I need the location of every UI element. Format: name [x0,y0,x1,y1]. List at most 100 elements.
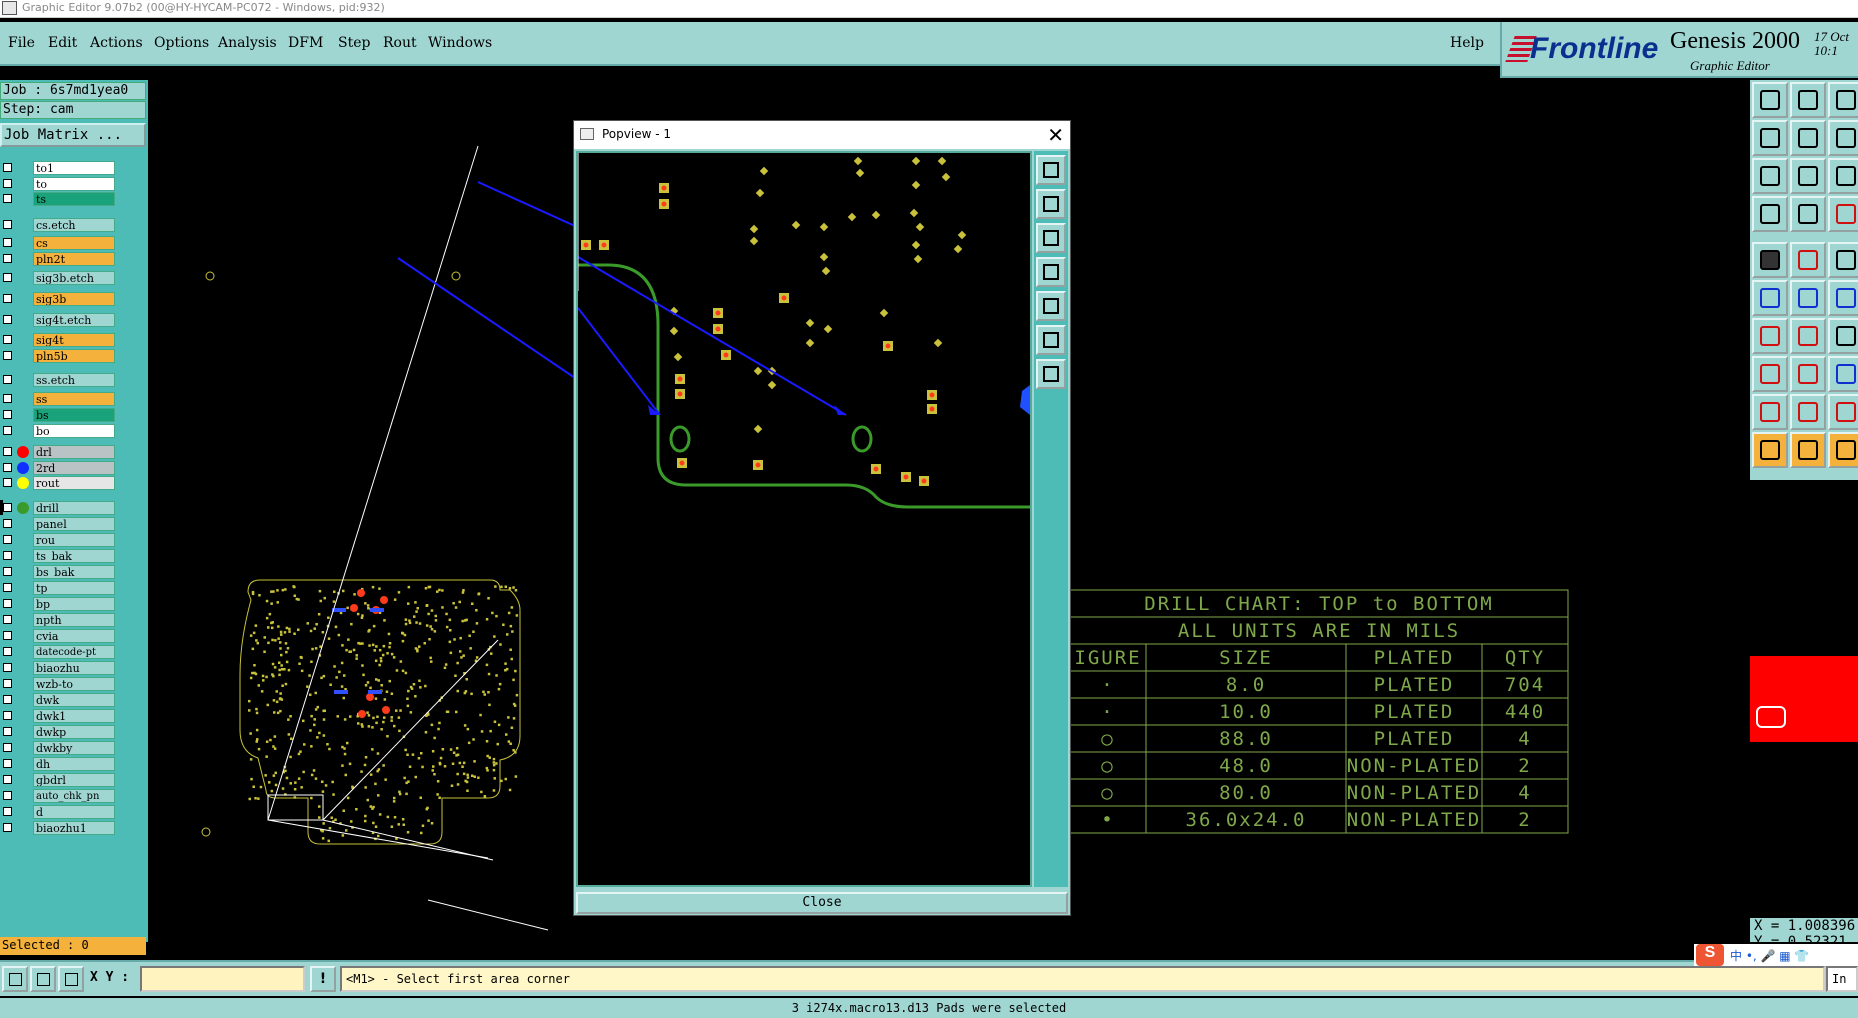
tool-pan-up-button[interactable] [1752,82,1788,118]
layer-row-10[interactable]: pln5b [0,348,118,363]
tool-pan-down-button[interactable] [1790,82,1826,118]
xy-input[interactable] [140,966,305,992]
layer-name[interactable]: dwk1 [33,709,115,723]
layer-name[interactable]: dwk [33,693,115,707]
layer-checkbox[interactable] [3,179,12,188]
layer-name[interactable]: to1 [33,161,115,175]
tool-redraw-button[interactable] [1828,120,1858,156]
tool-dash-button[interactable] [1790,356,1826,392]
layer-name[interactable]: dwkby [33,741,115,755]
layer-name[interactable]: dwkp [33,725,115,739]
tool-slash-button[interactable] [1790,318,1826,354]
menu-help[interactable]: Help [1450,35,1484,51]
tool-select-net-button[interactable] [1790,432,1826,468]
layer-row-6[interactable]: sig3b.etch [0,270,118,285]
layer-checkbox[interactable] [3,663,12,672]
tool-measure-button[interactable] [1828,196,1858,232]
layer-row-19[interactable]: panel [0,516,118,531]
layer-checkbox[interactable] [3,220,12,229]
popview-zoom-out-button[interactable] [1036,359,1066,389]
layer-row-33[interactable]: dwkby [0,740,118,755]
layer-row-27[interactable]: datecode-pt [0,644,118,659]
layer-row-7[interactable]: sig3b [0,291,118,306]
layer-checkbox[interactable] [3,567,12,576]
layer-name[interactable]: ss [33,392,115,406]
layer-name[interactable]: sig4t.etch [33,313,115,327]
right-input-button[interactable]: In [1826,966,1858,992]
layer-row-36[interactable]: auto_chk_pn [0,788,118,803]
layer-row-0[interactable]: to1 [0,160,118,175]
tool-grid-button[interactable] [1790,196,1826,232]
layer-row-28[interactable]: biaozhu [0,660,118,675]
layer-checkbox[interactable] [3,238,12,247]
layer-row-31[interactable]: dwk1 [0,708,118,723]
layer-checkbox[interactable] [3,695,12,704]
job-matrix-button[interactable]: Job Matrix ... [0,123,146,147]
layer-checkbox[interactable] [3,351,12,360]
tool-snap-button[interactable] [1752,196,1788,232]
layer-row-22[interactable]: bs_bak [0,564,118,579]
layer-row-23[interactable]: tp [0,580,118,595]
layer-row-17[interactable]: rout [0,475,118,490]
layer-row-26[interactable]: cvia [0,628,118,643]
tool-a-shape-button[interactable] [1790,394,1826,430]
layer-name[interactable]: rou [33,533,115,547]
layer-name[interactable]: sig4t [33,333,115,347]
layer-name[interactable]: to [33,177,115,191]
tool-move-button[interactable] [1752,356,1788,392]
popview-pan-left-button[interactable] [1036,257,1066,287]
layer-name[interactable]: npth [33,613,115,627]
menu-file[interactable]: File [8,35,35,51]
layer-row-25[interactable]: npth [0,612,118,627]
layer-name[interactable]: biaozhu1 [33,821,115,835]
tool-ruler-button[interactable] [1828,242,1858,278]
tool-angle-button[interactable] [1752,318,1788,354]
layer-name[interactable]: cvia [33,629,115,643]
layer-name[interactable]: ss.etch [33,373,115,387]
layer-name[interactable]: pln5b [33,349,115,363]
tool-connect-button[interactable] [1752,280,1788,316]
layer-name[interactable]: bs_bak [33,565,115,579]
layer-name[interactable]: biaozhu [33,661,115,675]
popview-close-icon[interactable]: ✕ [1047,123,1064,147]
layer-checkbox[interactable] [3,463,12,472]
layer-row-35[interactable]: gbdrl [0,772,118,787]
layer-name[interactable]: cs [33,236,115,250]
layer-checkbox[interactable] [3,535,12,544]
tool-zoom-1to1-button[interactable] [1828,158,1858,194]
layer-checkbox[interactable] [3,254,12,263]
layer-row-32[interactable]: dwkp [0,724,118,739]
tool-pan-left-button[interactable] [1752,120,1788,156]
layer-checkbox[interactable] [3,583,12,592]
layer-checkbox[interactable] [3,273,12,282]
layer-checkbox[interactable] [3,759,12,768]
layer-name[interactable]: sig3b [33,292,115,306]
layer-row-34[interactable]: dh [0,756,118,771]
tool-pad-button[interactable] [1752,242,1788,278]
layer-checkbox[interactable] [3,807,12,816]
layer-checkbox[interactable] [3,410,12,419]
layer-row-11[interactable]: ss.etch [0,372,118,387]
layer-checkbox[interactable] [3,375,12,384]
menu-windows[interactable]: Windows [428,35,492,51]
layer-row-1[interactable]: to [0,176,118,191]
ime-tools[interactable]: 中 •, 🎤 ▦ 👕 [1730,947,1809,964]
info-button[interactable]: ! [310,966,336,992]
layer-checkbox[interactable] [3,163,12,172]
layer-name[interactable]: auto_chk_pn [33,789,115,803]
layer-row-38[interactable]: biaozhu1 [0,820,118,835]
layer-checkbox[interactable] [3,294,12,303]
tool-align-button[interactable] [1828,356,1858,392]
layer-checkbox[interactable] [3,503,12,512]
menu-edit[interactable]: Edit [48,35,77,51]
layer-name[interactable]: pln2t [33,252,115,266]
layer-checkbox[interactable] [3,791,12,800]
layer-row-2[interactable]: ts [0,191,118,206]
layer-row-9[interactable]: sig4t [0,332,118,347]
layer-name[interactable]: bs [33,408,115,422]
tool-line-button[interactable] [1790,242,1826,278]
layer-checkbox[interactable] [3,447,12,456]
popview-canvas[interactable] [576,151,1032,887]
popview-pan-down-button[interactable] [1036,223,1066,253]
layer-checkbox[interactable] [3,711,12,720]
